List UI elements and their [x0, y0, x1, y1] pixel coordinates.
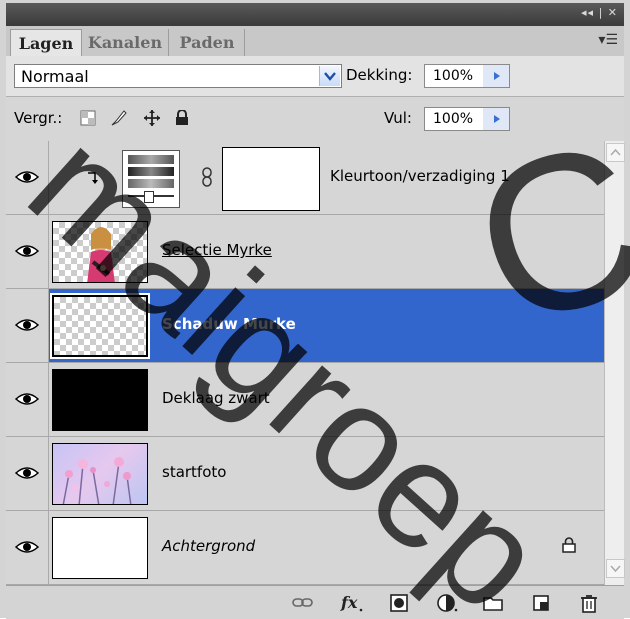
- lock-move-icon[interactable]: [143, 109, 161, 131]
- layer-row-schaduw-murke[interactable]: Schaduw Murke: [6, 289, 604, 363]
- tab-lagen[interactable]: Lagen: [10, 29, 82, 58]
- opacity-slider-arrow-icon[interactable]: [483, 65, 509, 87]
- fill-input[interactable]: 100%: [424, 107, 510, 131]
- layer-thumbnail: [52, 221, 148, 283]
- fill-label: Vul:: [384, 109, 412, 127]
- opacity-input[interactable]: 100%: [424, 64, 510, 88]
- lock-all-icon[interactable]: [175, 109, 189, 130]
- svg-text:fx: fx: [340, 593, 358, 612]
- mask-link-icon[interactable]: [202, 167, 212, 191]
- layers-scrollbar[interactable]: [604, 141, 625, 585]
- layer-name: Achtergrond: [162, 537, 256, 555]
- layer-row-kleurtoon[interactable]: Kleurtoon/verzadiging 1: [6, 141, 604, 215]
- girl-figure-icon: [87, 227, 115, 282]
- panel-window-controls[interactable]: ◂◂ | ✕: [581, 6, 618, 19]
- visibility-eye-icon[interactable]: [6, 215, 49, 288]
- blend-mode-value: Normaal: [21, 67, 89, 86]
- layers-list: Kleurtoon/verzadiging 1 Selectie Myrke S…: [6, 141, 604, 585]
- visibility-eye-icon[interactable]: [6, 363, 49, 436]
- new-group-folder-icon[interactable]: [482, 592, 504, 614]
- layers-panel: ◂◂ | ✕ Lagen Kanalen Paden ▾☰ Normaal De…: [0, 0, 630, 619]
- layer-name: Schaduw Murke: [162, 315, 296, 333]
- visibility-eye-icon[interactable]: [6, 511, 49, 584]
- blend-mode-select[interactable]: Normaal: [14, 64, 342, 88]
- fill-slider-arrow-icon[interactable]: [483, 108, 509, 130]
- panel-tabs: Lagen Kanalen Paden ▾☰: [6, 26, 624, 58]
- fill-value: 100%: [433, 111, 474, 127]
- layer-lock-icon: [562, 537, 576, 557]
- visibility-eye-icon[interactable]: [6, 289, 49, 362]
- layer-thumbnail: [50, 293, 150, 359]
- layer-name: Deklaag zwart: [162, 389, 270, 407]
- lock-brush-icon[interactable]: [110, 109, 128, 131]
- layer-thumbnail: [52, 517, 148, 579]
- lock-icons: [80, 109, 199, 131]
- lock-transparency-icon[interactable]: [80, 110, 96, 130]
- tab-kanalen[interactable]: Kanalen: [82, 29, 169, 56]
- layer-name: Kleurtoon/verzadiging 1: [330, 167, 510, 185]
- link-layers-icon[interactable]: [292, 592, 314, 614]
- layer-thumbnail: [52, 443, 148, 505]
- layer-style-fx-icon[interactable]: fx: [340, 592, 363, 614]
- new-layer-icon[interactable]: [530, 592, 552, 614]
- layer-thumbnail: [52, 369, 148, 431]
- adjustment-layer-icon[interactable]: [436, 592, 458, 614]
- tab-paden[interactable]: Paden: [170, 29, 245, 56]
- chevron-down-icon[interactable]: [319, 66, 340, 86]
- blend-options-row: Normaal Dekking: 100%: [6, 56, 624, 96]
- opacity-label: Dekking:: [346, 66, 413, 84]
- visibility-eye-icon[interactable]: [6, 141, 49, 214]
- layer-name: startfoto: [162, 463, 227, 481]
- flowers-photo-icon: [62, 457, 132, 504]
- layer-row-selectie-myrke[interactable]: Selectie Myrke: [6, 215, 604, 289]
- adjustment-thumbnail-icon: [122, 150, 180, 208]
- add-mask-icon[interactable]: [388, 592, 410, 614]
- trash-icon[interactable]: [578, 592, 600, 614]
- visibility-eye-icon[interactable]: [6, 437, 49, 510]
- layers-bottom-toolbar: fx: [6, 585, 624, 619]
- lock-fill-row: Vergr.: Vul: 100%: [6, 96, 624, 142]
- layer-row-deklaag-zwart[interactable]: Deklaag zwart: [6, 363, 604, 437]
- scroll-up-icon[interactable]: [606, 143, 625, 162]
- layer-mask-thumbnail[interactable]: [222, 147, 320, 211]
- clipping-arrow-icon: [86, 171, 98, 189]
- panel-menu-icon[interactable]: ▾☰: [598, 32, 618, 48]
- layer-name: Selectie Myrke: [162, 241, 272, 259]
- layer-row-startfoto[interactable]: startfoto: [6, 437, 604, 511]
- opacity-value: 100%: [433, 68, 474, 84]
- panel-title-bar: ◂◂ | ✕: [6, 3, 624, 26]
- scroll-down-icon[interactable]: [606, 559, 625, 578]
- lock-label: Vergr.:: [14, 109, 63, 127]
- layer-row-achtergrond[interactable]: Achtergrond: [6, 511, 604, 585]
